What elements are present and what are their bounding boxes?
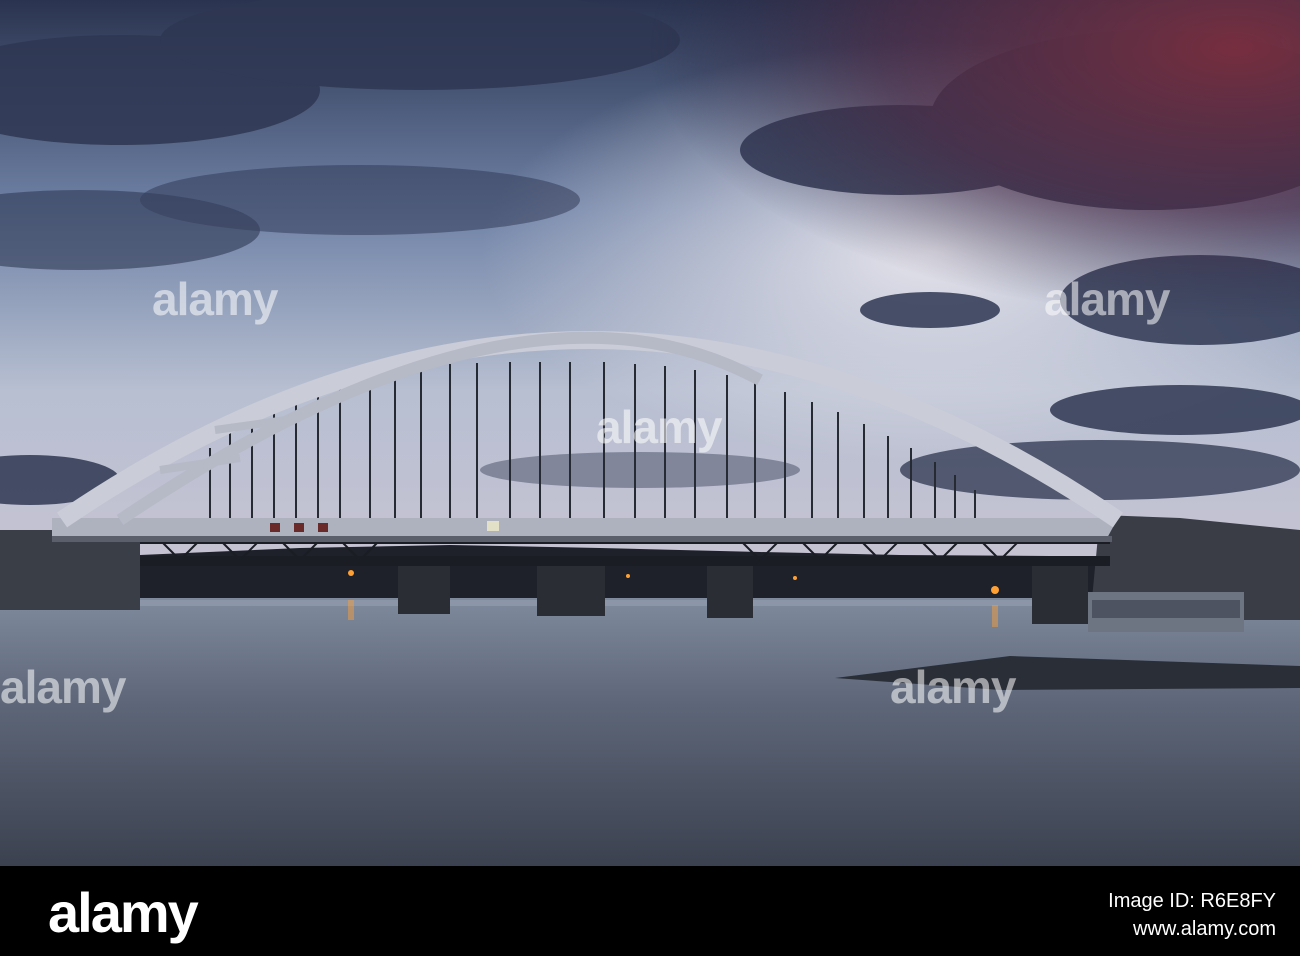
footer-bar: alamy Image ID: R6E8FY www.alamy.com — [0, 866, 1300, 956]
watermark: alamy — [890, 661, 1016, 713]
watermark: alamy — [1044, 273, 1170, 325]
watermark: alamy — [0, 661, 126, 713]
pier — [537, 566, 605, 616]
site-url: www.alamy.com — [1133, 918, 1276, 940]
river-water — [0, 598, 1300, 866]
pier — [398, 566, 450, 614]
watermark: alamy — [152, 273, 278, 325]
watermark: alamy — [596, 401, 722, 453]
image-id: Image ID: R6E8FY — [1108, 890, 1276, 912]
bridge-photo: alamy alamy alamy alamy alamy — [0, 0, 1300, 866]
footer-info: Image ID: R6E8FY www.alamy.com — [1108, 890, 1276, 940]
pier — [1032, 566, 1088, 624]
alamy-logo: alamy — [48, 881, 199, 944]
pier — [707, 566, 753, 618]
